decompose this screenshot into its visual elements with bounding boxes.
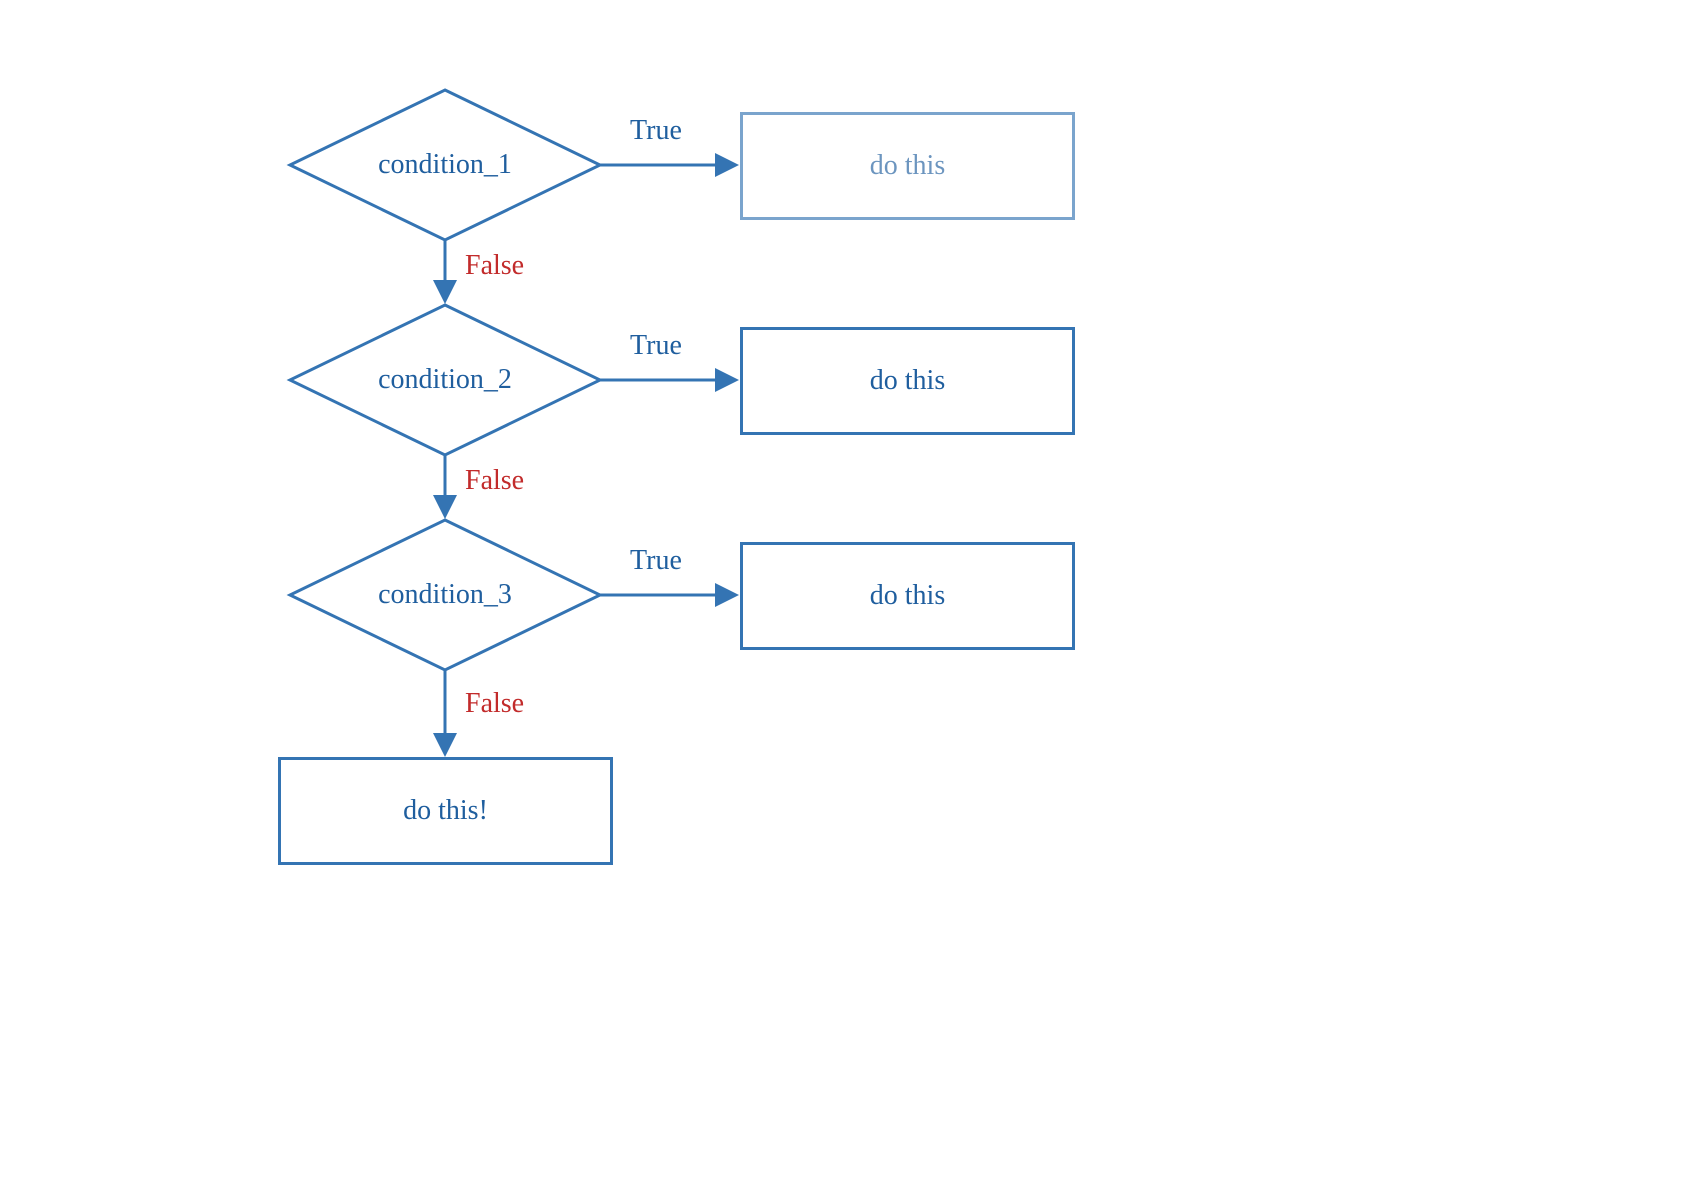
action-1-box: do this <box>740 112 1075 220</box>
false-label-2: False <box>465 465 524 497</box>
true-label-1: True <box>630 115 682 147</box>
condition-3-label: condition_3 <box>295 575 595 615</box>
true-label-2: True <box>630 330 682 362</box>
true-label-3: True <box>630 545 682 577</box>
action-2-box: do this <box>740 327 1075 435</box>
false-label-1: False <box>465 250 524 282</box>
condition-1-label: condition_1 <box>295 145 595 185</box>
false-label-3: False <box>465 688 524 720</box>
action-3-box: do this <box>740 542 1075 650</box>
condition-2-label: condition_2 <box>295 360 595 400</box>
final-action-box: do this! <box>278 757 613 865</box>
flowchart-stage: condition_1 condition_2 condition_3 do t… <box>0 0 1691 1200</box>
